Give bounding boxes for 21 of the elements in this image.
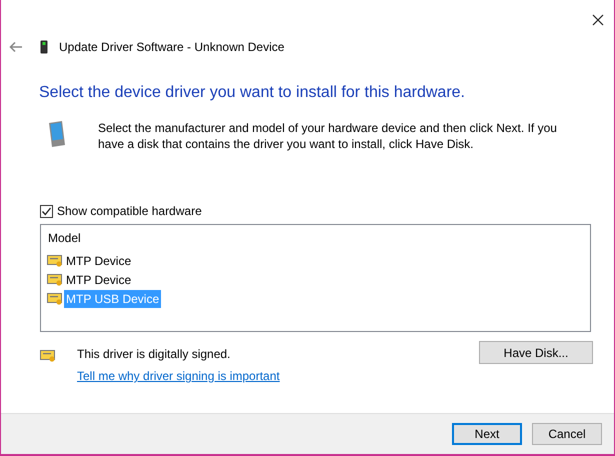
list-item[interactable]: MTP Device <box>64 270 134 288</box>
page-heading: Select the device driver you want to install for this hardware. <box>39 84 466 102</box>
dialog-button[interactable]: Next <box>452 423 522 445</box>
have-disk-button[interactable]: Have Disk... <box>479 341 593 364</box>
signed-status-text: This driver is digitally signed. <box>77 347 232 361</box>
window-title: Update Driver Software - Unknown Device <box>59 40 284 54</box>
certificate-icon <box>47 254 63 268</box>
column-header: Model <box>48 231 82 245</box>
list-item[interactable]: MTP Device <box>64 252 134 270</box>
device-icon <box>40 40 48 54</box>
checkbox[interactable] <box>40 204 53 218</box>
back-arrow-icon[interactable] <box>9 41 23 53</box>
handheld-device-icon <box>48 120 66 148</box>
close-icon[interactable] <box>592 14 604 26</box>
instruction-text: Select the manufacturer and model of your hardware device and then click Next. If you have a disk that contains the driver you want to install, click Have Disk. <box>98 120 558 152</box>
certificate-icon <box>40 349 56 363</box>
certificate-icon <box>47 292 63 306</box>
driver-signing-link[interactable]: Tell me why driver signing is important <box>77 369 479 383</box>
checkbox-label: Show compatible hardware <box>57 204 202 218</box>
dialog-button[interactable]: Cancel <box>532 423 602 445</box>
certificate-icon <box>47 272 63 286</box>
